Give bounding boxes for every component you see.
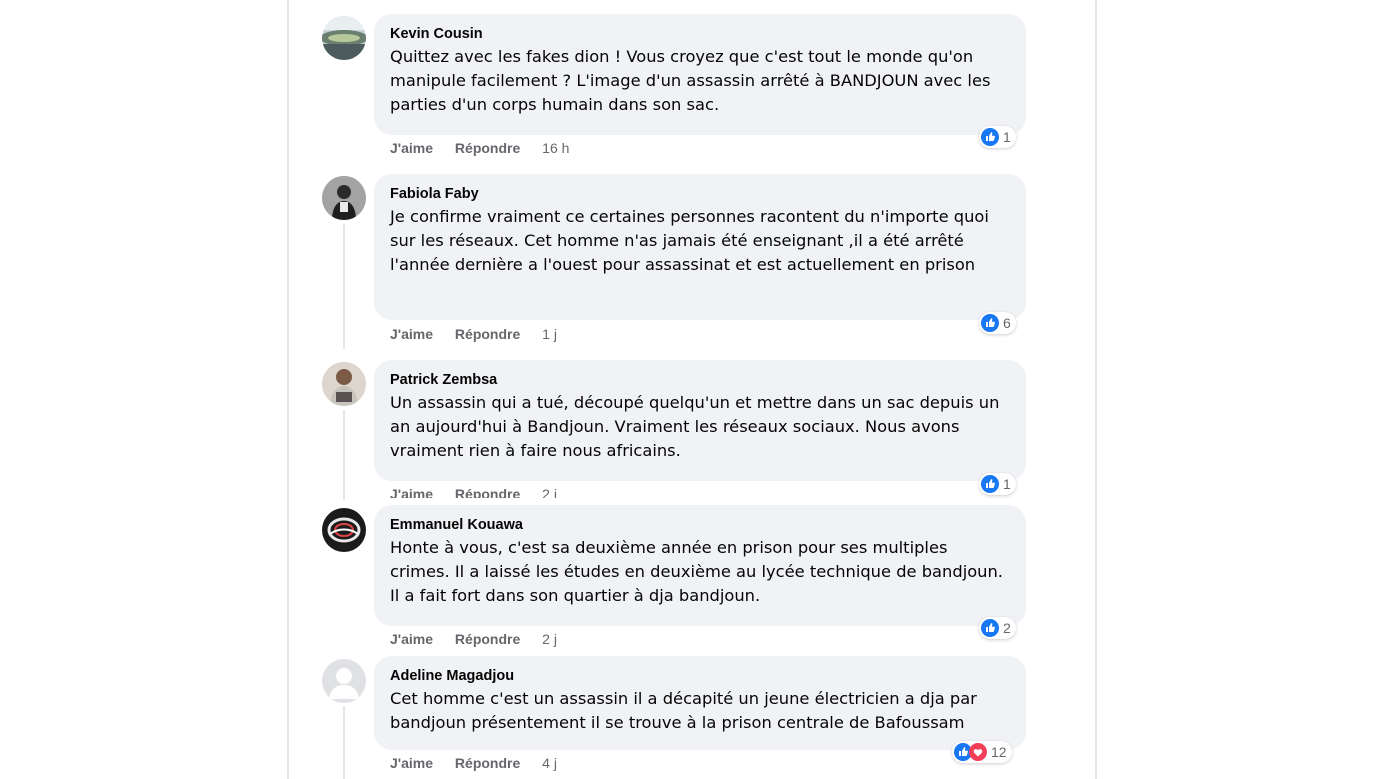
like-icon	[981, 128, 999, 146]
comment-author[interactable]: Emmanuel Kouawa	[390, 517, 1010, 533]
like-icon	[981, 619, 999, 637]
comment-time[interactable]: 16 h	[542, 140, 569, 156]
comment-text: Cet homme c'est un assassin il a décapit…	[390, 689, 977, 732]
comment-time[interactable]: 4 j	[542, 755, 557, 771]
reply-button[interactable]: Répondre	[455, 631, 520, 647]
comment-text: Honte à vous, c'est sa deuxième année en…	[390, 538, 1003, 605]
comment: Patrick Zembsa Un assassin qui a tué, dé…	[322, 360, 1032, 500]
reaction-count: 1	[1003, 476, 1011, 492]
comment-bubble: Emmanuel Kouawa Honte à vous, c'est sa d…	[374, 505, 1026, 626]
comment-time[interactable]: 1 j	[542, 326, 557, 342]
comment-actions: J'aime Répondre 2 j	[390, 486, 575, 498]
like-icon	[981, 314, 999, 332]
comment-text: Un assassin qui a tué, découpé quelqu'un…	[390, 393, 1000, 460]
reaction-summary[interactable]: 2	[979, 617, 1016, 639]
love-icon	[969, 743, 987, 761]
like-button[interactable]: J'aime	[390, 326, 433, 342]
comment-bubble: Adeline Magadjou Cet homme c'est un assa…	[374, 656, 1026, 750]
avatar[interactable]	[322, 362, 366, 406]
like-button[interactable]: J'aime	[390, 631, 433, 647]
thread-line	[343, 706, 345, 779]
comment: Adeline Magadjou Cet homme c'est un assa…	[322, 656, 1032, 779]
comment: Emmanuel Kouawa Honte à vous, c'est sa d…	[322, 505, 1032, 655]
comment-actions: J'aime Répondre 16 h	[390, 140, 587, 156]
reaction-count: 1	[1003, 129, 1011, 145]
comment-bubble: Fabiola Faby Je confirme vraiment ce cer…	[374, 174, 1026, 320]
comment-bubble: Kevin Cousin Quittez avec les fakes dion…	[374, 14, 1026, 135]
comment-actions: J'aime Répondre 1 j	[390, 326, 575, 342]
reaction-count: 2	[1003, 620, 1011, 636]
like-icon	[981, 475, 999, 493]
reaction-summary[interactable]: 12	[952, 741, 1012, 763]
comment-text: Je confirme vraiment ce certaines person…	[390, 207, 989, 274]
comment-bubble: Patrick Zembsa Un assassin qui a tué, dé…	[374, 360, 1026, 481]
comment: Fabiola Faby Je confirme vraiment ce cer…	[322, 174, 1032, 349]
reaction-summary[interactable]: 1	[979, 126, 1016, 148]
comment-time[interactable]: 2 j	[542, 486, 557, 498]
like-button[interactable]: J'aime	[390, 486, 433, 498]
thread-line	[343, 410, 345, 500]
comment-author[interactable]: Adeline Magadjou	[390, 668, 1010, 684]
comment-text: Quittez avec les fakes dion ! Vous croye…	[390, 47, 991, 114]
reaction-count: 6	[1003, 315, 1011, 331]
avatar[interactable]	[322, 176, 366, 220]
reply-button[interactable]: Répondre	[455, 755, 520, 771]
comment-actions: J'aime Répondre 2 j	[390, 631, 575, 647]
comment-author[interactable]: Kevin Cousin	[390, 26, 1010, 42]
like-button[interactable]: J'aime	[390, 755, 433, 771]
avatar[interactable]	[322, 659, 366, 703]
reply-button[interactable]: Répondre	[455, 140, 520, 156]
reaction-count: 12	[991, 744, 1007, 760]
comment-time[interactable]: 2 j	[542, 631, 557, 647]
thread-line	[343, 224, 345, 349]
reaction-summary[interactable]: 1	[979, 473, 1016, 495]
comment-author[interactable]: Patrick Zembsa	[390, 372, 1010, 388]
reply-button[interactable]: Répondre	[455, 486, 520, 498]
comment-actions: J'aime Répondre 4 j	[390, 755, 575, 771]
like-button[interactable]: J'aime	[390, 140, 433, 156]
comment-author[interactable]: Fabiola Faby	[390, 186, 1010, 202]
reaction-summary[interactable]: 6	[979, 312, 1016, 334]
comment: Kevin Cousin Quittez avec les fakes dion…	[322, 14, 1032, 164]
reply-button[interactable]: Répondre	[455, 326, 520, 342]
avatar[interactable]	[322, 16, 366, 60]
avatar[interactable]	[322, 508, 366, 552]
